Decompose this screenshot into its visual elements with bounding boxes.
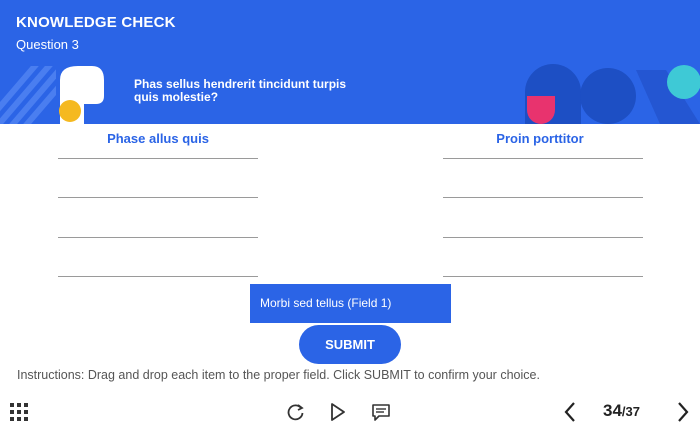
drop-slot-right-1[interactable] <box>443 158 643 159</box>
total-pages: /37 <box>621 404 640 419</box>
submit-button[interactable]: SUBMIT <box>299 325 401 364</box>
comment-icon[interactable] <box>372 404 390 421</box>
drop-slot-right-4[interactable] <box>443 276 643 277</box>
drop-slot-right-2[interactable] <box>443 197 643 198</box>
column-title-left: Phase allus quis <box>107 131 209 146</box>
drop-slot-left-4[interactable] <box>58 276 258 277</box>
header-banner: KNOWLEDGE CHECK Question 3 Phas sellus h… <box>0 0 700 124</box>
draggable-item[interactable]: Morbi sed tellus (Field 1) <box>250 284 451 323</box>
current-page: 34 <box>603 401 622 420</box>
instructions: Instructions: Drag and drop each item to… <box>17 368 540 382</box>
instructions-prefix: Instructions <box>17 368 81 382</box>
drop-slot-left-2[interactable] <box>58 197 258 198</box>
column-title-right: Proin porttitor <box>496 131 584 146</box>
instructions-text: : Drag and drop each item to the proper … <box>80 368 540 382</box>
question-number: Question 3 <box>16 37 79 52</box>
question-text: Phas sellus hendrerit tincidunt turpis q… <box>134 77 347 104</box>
replay-icon[interactable] <box>287 403 305 421</box>
next-arrow-icon[interactable] <box>676 401 690 423</box>
page-counter: 34/37 <box>603 401 640 421</box>
play-icon[interactable] <box>330 403 346 421</box>
drop-slot-left-3[interactable] <box>58 237 258 238</box>
page-title: KNOWLEDGE CHECK <box>16 14 176 31</box>
drop-slot-right-3[interactable] <box>443 237 643 238</box>
yellow-dot <box>59 100 81 122</box>
teal-circle <box>667 65 700 99</box>
prev-arrow-icon[interactable] <box>563 401 577 423</box>
pink-semicircle <box>527 96 555 124</box>
drop-slot-left-1[interactable] <box>58 158 258 159</box>
grid-menu-icon[interactable] <box>10 403 28 421</box>
